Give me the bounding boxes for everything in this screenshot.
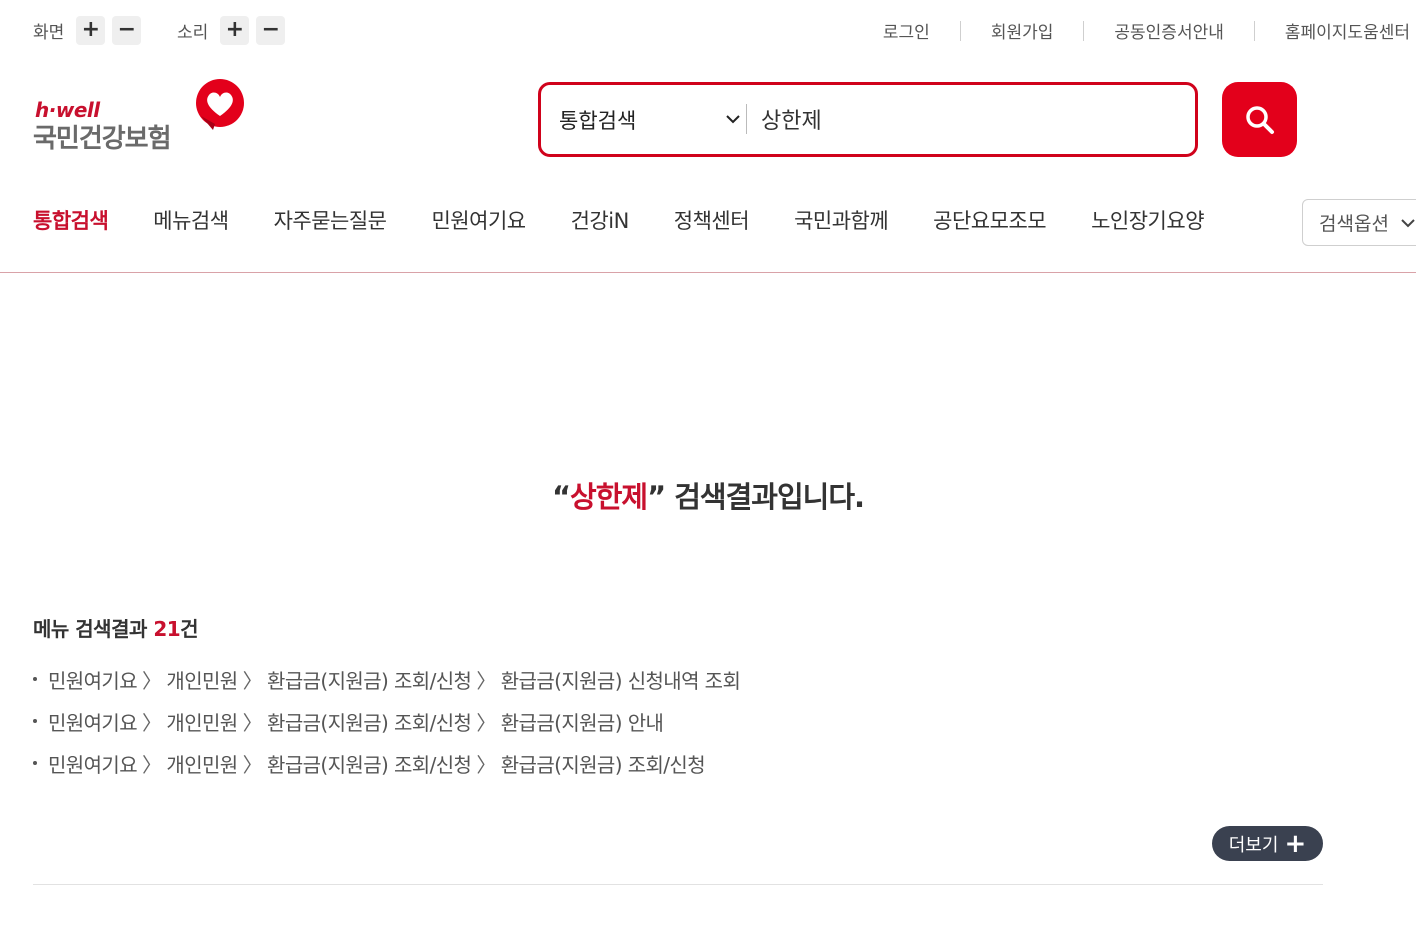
- chevron-down-icon: [1401, 218, 1415, 227]
- section-divider: [33, 884, 1323, 885]
- result-quote-close: ”: [647, 480, 666, 514]
- breadcrumb-item: 환급금(지원금) 안내: [500, 710, 664, 735]
- divider: [746, 104, 747, 134]
- screen-size-label: 화면: [33, 22, 65, 43]
- logo-name-text: 국민건강보험: [33, 124, 172, 154]
- breadcrumb-item: 민원여기요: [48, 710, 138, 735]
- screen-zoom-in-button[interactable]: +: [76, 15, 106, 45]
- sound-down-button[interactable]: −: [256, 15, 286, 45]
- result-suffix: 검색결과입니다.: [665, 480, 865, 514]
- plus-icon: +: [1284, 828, 1307, 859]
- certificate-guide-link[interactable]: 공동인증서안내: [1114, 18, 1223, 43]
- more-button-label: 더보기: [1228, 834, 1279, 856]
- top-links: 로그인 회원가입 공동인증서안내 홈페이지도움센터: [883, 18, 1410, 43]
- site-logo[interactable]: h·well 국민건강보험: [33, 78, 248, 158]
- search-category-select[interactable]: 통합검색: [559, 85, 747, 154]
- breadcrumb-item: 개인민원: [166, 710, 238, 735]
- utility-bar: 화면 + − 소리 + − 로그인 회원가입 공동인증서안내 홈페이지도움센터: [33, 14, 1416, 48]
- search-option-label: 검색옵션: [1319, 213, 1389, 235]
- search-tabs: 통합검색 메뉴검색 자주묻는질문 민원여기요 건강iN 정책센터 국민과함께 공…: [33, 200, 1249, 240]
- bullet: [33, 719, 37, 723]
- more-button[interactable]: 더보기 +: [1212, 826, 1323, 861]
- breadcrumb-separator: 〉: [476, 710, 496, 735]
- search-icon: [1245, 105, 1274, 134]
- breadcrumb-item: 환급금(지원금) 조회/신청: [267, 668, 472, 693]
- search-input[interactable]: [761, 97, 1181, 141]
- heart-logo-icon: [196, 79, 244, 130]
- breadcrumb-separator: 〉: [242, 668, 263, 693]
- result-title: “상한제” 검색결과입니다.: [0, 474, 1416, 516]
- breadcrumb-item: 민원여기요: [48, 752, 138, 777]
- tab-policy-center[interactable]: 정책센터: [674, 205, 750, 235]
- tab-long-term-care[interactable]: 노인장기요양: [1091, 205, 1204, 235]
- tab-with-public[interactable]: 국민과함께: [794, 205, 889, 235]
- breadcrumb-item: 개인민원: [166, 668, 238, 693]
- tab-health-in[interactable]: 건강iN: [571, 205, 630, 235]
- divider: [959, 20, 961, 41]
- tab-corporation-info[interactable]: 공단요모조모: [933, 205, 1046, 235]
- help-center-link[interactable]: 홈페이지도움센터: [1285, 18, 1410, 43]
- page: 화면 + − 소리 + − 로그인 회원가입 공동인증서안내 홈페이지도움센터 …: [0, 0, 1416, 931]
- menu-results-list: 민원여기요 〉 개인민원 〉 환급금(지원금) 조회/신청 〉 환급금(지원금) 신청내역 …: [33, 658, 741, 784]
- sound-up-button[interactable]: +: [220, 15, 250, 45]
- breadcrumb-separator: 〉: [142, 668, 162, 693]
- signup-link[interactable]: 회원가입: [991, 18, 1054, 43]
- bullet: [33, 761, 37, 765]
- tab-divider: [0, 272, 1416, 273]
- breadcrumb-item: 개인민원: [166, 752, 238, 777]
- result-keyword: 상한제: [570, 480, 648, 514]
- breadcrumb-separator: 〉: [476, 668, 496, 693]
- divider: [1083, 20, 1085, 41]
- menu-results-label: 메뉴 검색결과: [33, 617, 154, 641]
- breadcrumb-item: 환급금(지원금) 신청내역 조회: [500, 668, 741, 693]
- tab-integrated-search[interactable]: 통합검색: [33, 205, 109, 235]
- menu-results-heading: 메뉴 검색결과 21건: [33, 613, 199, 642]
- search-option-dropdown[interactable]: 검색옵션: [1302, 199, 1416, 246]
- breadcrumb-separator: 〉: [476, 752, 496, 777]
- divider: [1253, 20, 1255, 41]
- bullet: [33, 677, 37, 681]
- screen-size-control: 화면 + −: [33, 14, 148, 46]
- tab-faq[interactable]: 자주묻는질문: [274, 205, 387, 235]
- breadcrumb-item: 환급금(지원금) 조회/신청: [500, 752, 706, 777]
- sound-label: 소리: [177, 22, 209, 43]
- menu-results-count: 21: [153, 617, 181, 641]
- list-item[interactable]: 민원여기요 〉 개인민원 〉 환급금(지원금) 조회/신청 〉 환급금(지원금) 조회/신청: [33, 742, 740, 784]
- tab-menu-search[interactable]: 메뉴검색: [153, 205, 229, 235]
- search-box: 통합검색: [538, 82, 1198, 157]
- breadcrumb-separator: 〉: [242, 710, 263, 735]
- breadcrumb-separator: 〉: [142, 710, 162, 735]
- search-button[interactable]: [1222, 82, 1297, 157]
- login-link[interactable]: 로그인: [883, 18, 930, 43]
- breadcrumb-item: 환급금(지원금) 조회/신청: [267, 752, 472, 777]
- menu-results-unit: 건: [180, 617, 199, 641]
- breadcrumb-item: 민원여기요: [48, 668, 138, 693]
- sound-control: 소리 + −: [177, 14, 292, 46]
- breadcrumb-separator: 〉: [242, 752, 263, 777]
- chevron-down-icon: [726, 115, 740, 124]
- list-item[interactable]: 민원여기요 〉 개인민원 〉 환급금(지원금) 조회/신청 〉 환급금(지원금) 안내: [33, 700, 740, 742]
- screen-zoom-out-button[interactable]: −: [112, 15, 142, 45]
- breadcrumb-separator: 〉: [142, 752, 162, 777]
- breadcrumb-item: 환급금(지원금) 조회/신청: [267, 710, 472, 735]
- tab-civil-service[interactable]: 민원여기요: [431, 205, 526, 235]
- result-quote-open: “: [551, 480, 571, 514]
- list-item[interactable]: 민원여기요 〉 개인민원 〉 환급금(지원금) 조회/신청 〉 환급금(지원금) 신청내역 …: [33, 658, 741, 700]
